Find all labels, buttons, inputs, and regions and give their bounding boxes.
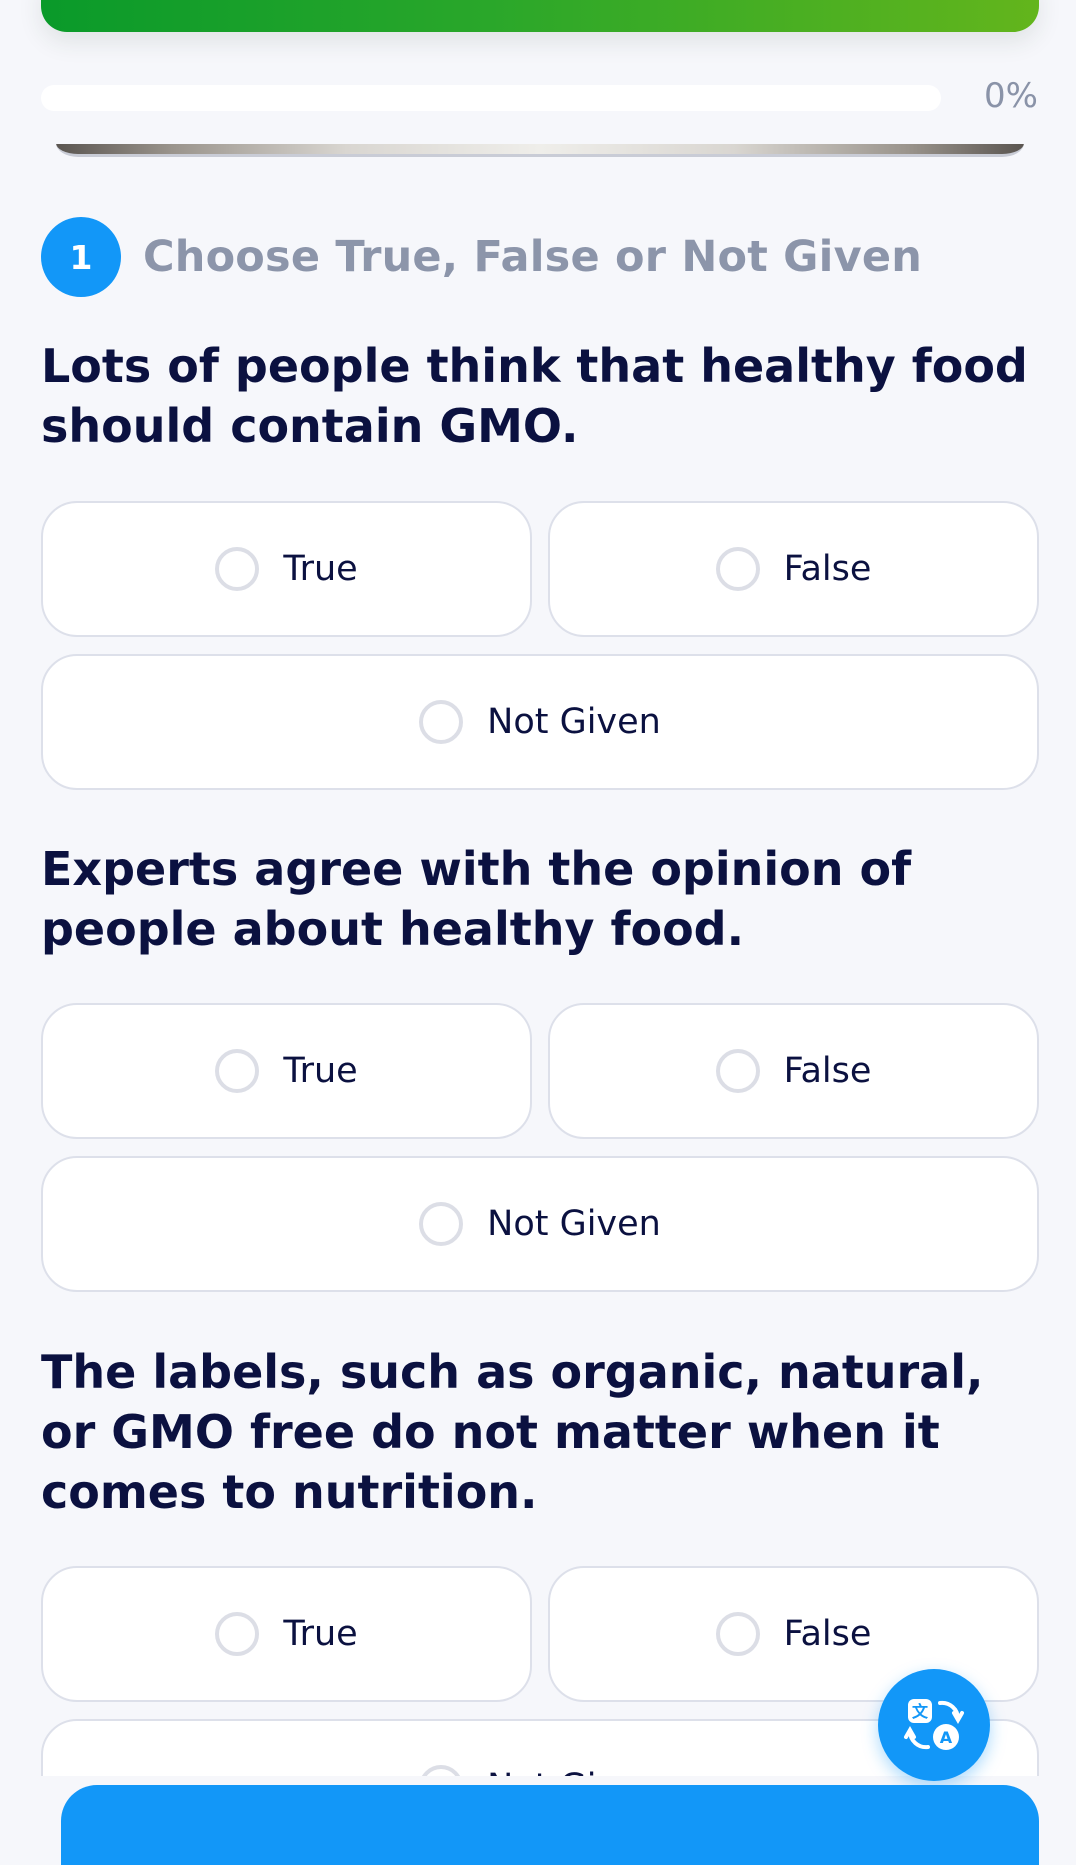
radio-unchecked-icon <box>715 1049 760 1093</box>
option-true[interactable]: True <box>41 1566 532 1702</box>
option-label: Not Given <box>487 1204 661 1244</box>
radio-unchecked-icon <box>215 547 260 591</box>
svg-text:文: 文 <box>912 1702 929 1721</box>
continue-button[interactable] <box>61 1785 1039 1865</box>
radio-unchecked-icon <box>215 1612 260 1656</box>
option-true[interactable]: True <box>41 1003 532 1139</box>
option-label: True <box>283 549 358 589</box>
questions-scroll-area[interactable]: 1 Choose True, False or Not Given Lots o… <box>0 0 1076 1776</box>
option-true[interactable]: True <box>41 501 532 637</box>
radio-unchecked-icon <box>215 1049 260 1093</box>
section-number-badge: 1 <box>41 217 121 297</box>
option-label: True <box>283 1051 358 1091</box>
radio-unchecked-icon <box>419 700 464 744</box>
translate-icon: 文 A <box>904 1699 964 1750</box>
option-false[interactable]: False <box>548 1003 1039 1139</box>
question-text: Experts agree with the opinion of people… <box>41 842 912 956</box>
question-text: Lots of people think that healthy food s… <box>41 339 1028 453</box>
radio-unchecked-icon <box>715 1612 760 1656</box>
translate-button[interactable]: 文 A <box>878 1669 990 1781</box>
option-label: False <box>783 549 872 589</box>
option-not-given[interactable]: Not Given <box>41 1156 1039 1292</box>
radio-unchecked-icon <box>419 1202 464 1246</box>
section-header: 1 Choose True, False or Not Given <box>41 217 922 297</box>
option-not-given[interactable]: Not Given <box>41 654 1039 790</box>
svg-text:A: A <box>940 1728 953 1747</box>
option-label: Not Given <box>487 1767 661 1776</box>
question-text: The labels, such as organic, natural, or… <box>41 1345 984 1519</box>
radio-unchecked-icon <box>419 1765 464 1776</box>
option-label: True <box>283 1614 358 1654</box>
section-instruction: Choose True, False or Not Given <box>143 232 923 282</box>
option-label: False <box>783 1614 872 1654</box>
option-label: Not Given <box>487 702 661 742</box>
option-false[interactable]: False <box>548 501 1039 637</box>
option-label: False <box>783 1051 872 1091</box>
radio-unchecked-icon <box>715 547 760 591</box>
